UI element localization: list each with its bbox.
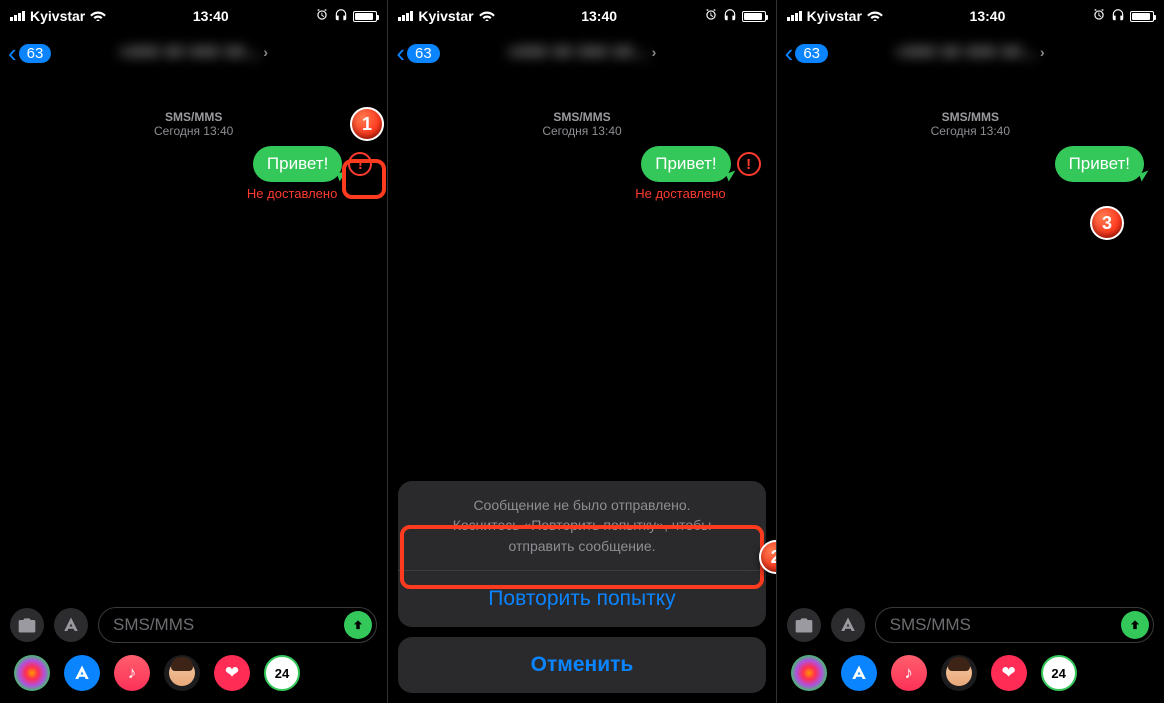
unread-badge: 63 — [19, 44, 52, 63]
screen-3: Kyivstar 13:40 ‹ 63 +### ## ### ##...› S… — [776, 0, 1164, 703]
alarm-icon — [1092, 8, 1106, 25]
error-icon[interactable]: ! — [737, 152, 761, 176]
alarm-icon — [315, 8, 329, 25]
message-bubble[interactable]: Привет! — [1055, 146, 1144, 182]
camera-button[interactable] — [787, 608, 821, 642]
message-bubble[interactable]: Привет! — [253, 146, 342, 182]
appstore-app-icon[interactable] — [841, 655, 877, 691]
stickers-app-icon[interactable]: ❤ — [991, 655, 1027, 691]
battery-icon — [742, 11, 766, 22]
app-drawer[interactable]: ♪ ❤ 24 — [777, 653, 1164, 693]
screen-2: Kyivstar 13:40 ‹ 63 +### ## ### ##...› S… — [387, 0, 775, 703]
status-bar: Kyivstar 13:40 — [388, 0, 775, 26]
photos-app-icon[interactable] — [14, 655, 50, 691]
back-button[interactable]: ‹ 63 — [8, 40, 51, 66]
status-bar: Kyivstar 13:40 — [0, 0, 387, 26]
chevron-right-icon: › — [263, 44, 268, 60]
nav-bar: ‹ 63 +### ## ### ##...› — [0, 26, 387, 80]
app-store-button[interactable] — [54, 608, 88, 642]
status-bar: Kyivstar 13:40 — [777, 0, 1164, 26]
battery-icon — [353, 11, 377, 22]
message-row: Привет! — [777, 138, 1164, 182]
music-app-icon[interactable]: ♪ — [114, 655, 150, 691]
clock: 13:40 — [581, 8, 617, 24]
carrier-label: Kyivstar — [30, 8, 85, 24]
signal-icon — [10, 11, 25, 21]
retry-button[interactable]: Повторить попытку — [398, 570, 765, 627]
photos-app-icon[interactable] — [791, 655, 827, 691]
composer-bar: SMS/MMS — [0, 602, 387, 648]
back-button[interactable]: ‹ 63 — [785, 40, 828, 66]
battery-icon — [1130, 11, 1154, 22]
step-marker-3: 3 — [1090, 206, 1124, 240]
signal-icon — [398, 11, 413, 21]
screen-1: Kyivstar 13:40 ‹ 63 +### ## ### ##...› S… — [0, 0, 387, 703]
headphones-icon — [1111, 8, 1125, 25]
error-icon[interactable]: ! — [348, 152, 372, 176]
appstore-app-icon[interactable] — [64, 655, 100, 691]
nav-bar: ‹ 63 +### ## ### ##...› — [777, 26, 1164, 80]
signal-icon — [787, 11, 802, 21]
input-placeholder: SMS/MMS — [113, 615, 194, 635]
conversation-title[interactable]: +### ## ### ##...› — [0, 44, 387, 62]
wifi-icon — [90, 8, 106, 24]
music-app-icon[interactable]: ♪ — [891, 655, 927, 691]
headphones-icon — [723, 8, 737, 25]
message-input[interactable]: SMS/MMS — [98, 607, 377, 643]
camera-button[interactable] — [10, 608, 44, 642]
chevron-right-icon: › — [1040, 44, 1045, 60]
message-bubble[interactable]: Привет! — [641, 146, 730, 182]
conversation-title[interactable]: +### ## ### ##...› — [777, 44, 1164, 62]
wifi-icon — [479, 8, 495, 24]
message-input[interactable]: SMS/MMS — [875, 607, 1154, 643]
thread-label: SMS/MMS Сегодня 13:40 — [388, 110, 775, 138]
wifi-icon — [867, 8, 883, 24]
not-delivered-label: Не доставлено — [0, 182, 387, 201]
sheet-message: Сообщение не было отправлено. Коснитесь … — [398, 495, 765, 570]
send-button[interactable] — [344, 611, 372, 639]
back-button[interactable]: ‹ 63 — [396, 40, 439, 66]
unread-badge: 63 — [795, 44, 828, 63]
chevron-right-icon: › — [652, 44, 657, 60]
input-placeholder: SMS/MMS — [890, 615, 971, 635]
app-store-button[interactable] — [831, 608, 865, 642]
message-row: Привет! ! — [388, 138, 775, 182]
cancel-button[interactable]: Отменить — [398, 637, 765, 693]
thread-label: SMS/MMS Сегодня 13:40 — [777, 110, 1164, 138]
message-row: Привет! ! — [0, 138, 387, 182]
carrier-label: Kyivstar — [418, 8, 473, 24]
clock: 13:40 — [970, 8, 1006, 24]
step-marker-1: 1 — [350, 107, 384, 141]
chevron-left-icon: ‹ — [396, 40, 405, 66]
composer-bar: SMS/MMS — [777, 602, 1164, 648]
unread-badge: 63 — [407, 44, 440, 63]
thread-label: SMS/MMS Сегодня 13:40 — [0, 110, 387, 138]
memoji-app-icon[interactable] — [164, 655, 200, 691]
conversation-title[interactable]: +### ## ### ##...› — [388, 44, 775, 62]
alarm-icon — [704, 8, 718, 25]
not-delivered-label: Не доставлено — [388, 182, 775, 201]
memoji-app-icon[interactable] — [941, 655, 977, 691]
action-sheet: Сообщение не было отправлено. Коснитесь … — [398, 481, 765, 693]
stickers-app-icon[interactable]: ❤ — [214, 655, 250, 691]
app-drawer[interactable]: ♪ ❤ 24 — [0, 653, 387, 693]
games-app-icon[interactable]: 24 — [1041, 655, 1077, 691]
send-button[interactable] — [1121, 611, 1149, 639]
clock: 13:40 — [193, 8, 229, 24]
chevron-left-icon: ‹ — [785, 40, 794, 66]
headphones-icon — [334, 8, 348, 25]
nav-bar: ‹ 63 +### ## ### ##...› — [388, 26, 775, 80]
carrier-label: Kyivstar — [807, 8, 862, 24]
games-app-icon[interactable]: 24 — [264, 655, 300, 691]
chevron-left-icon: ‹ — [8, 40, 17, 66]
